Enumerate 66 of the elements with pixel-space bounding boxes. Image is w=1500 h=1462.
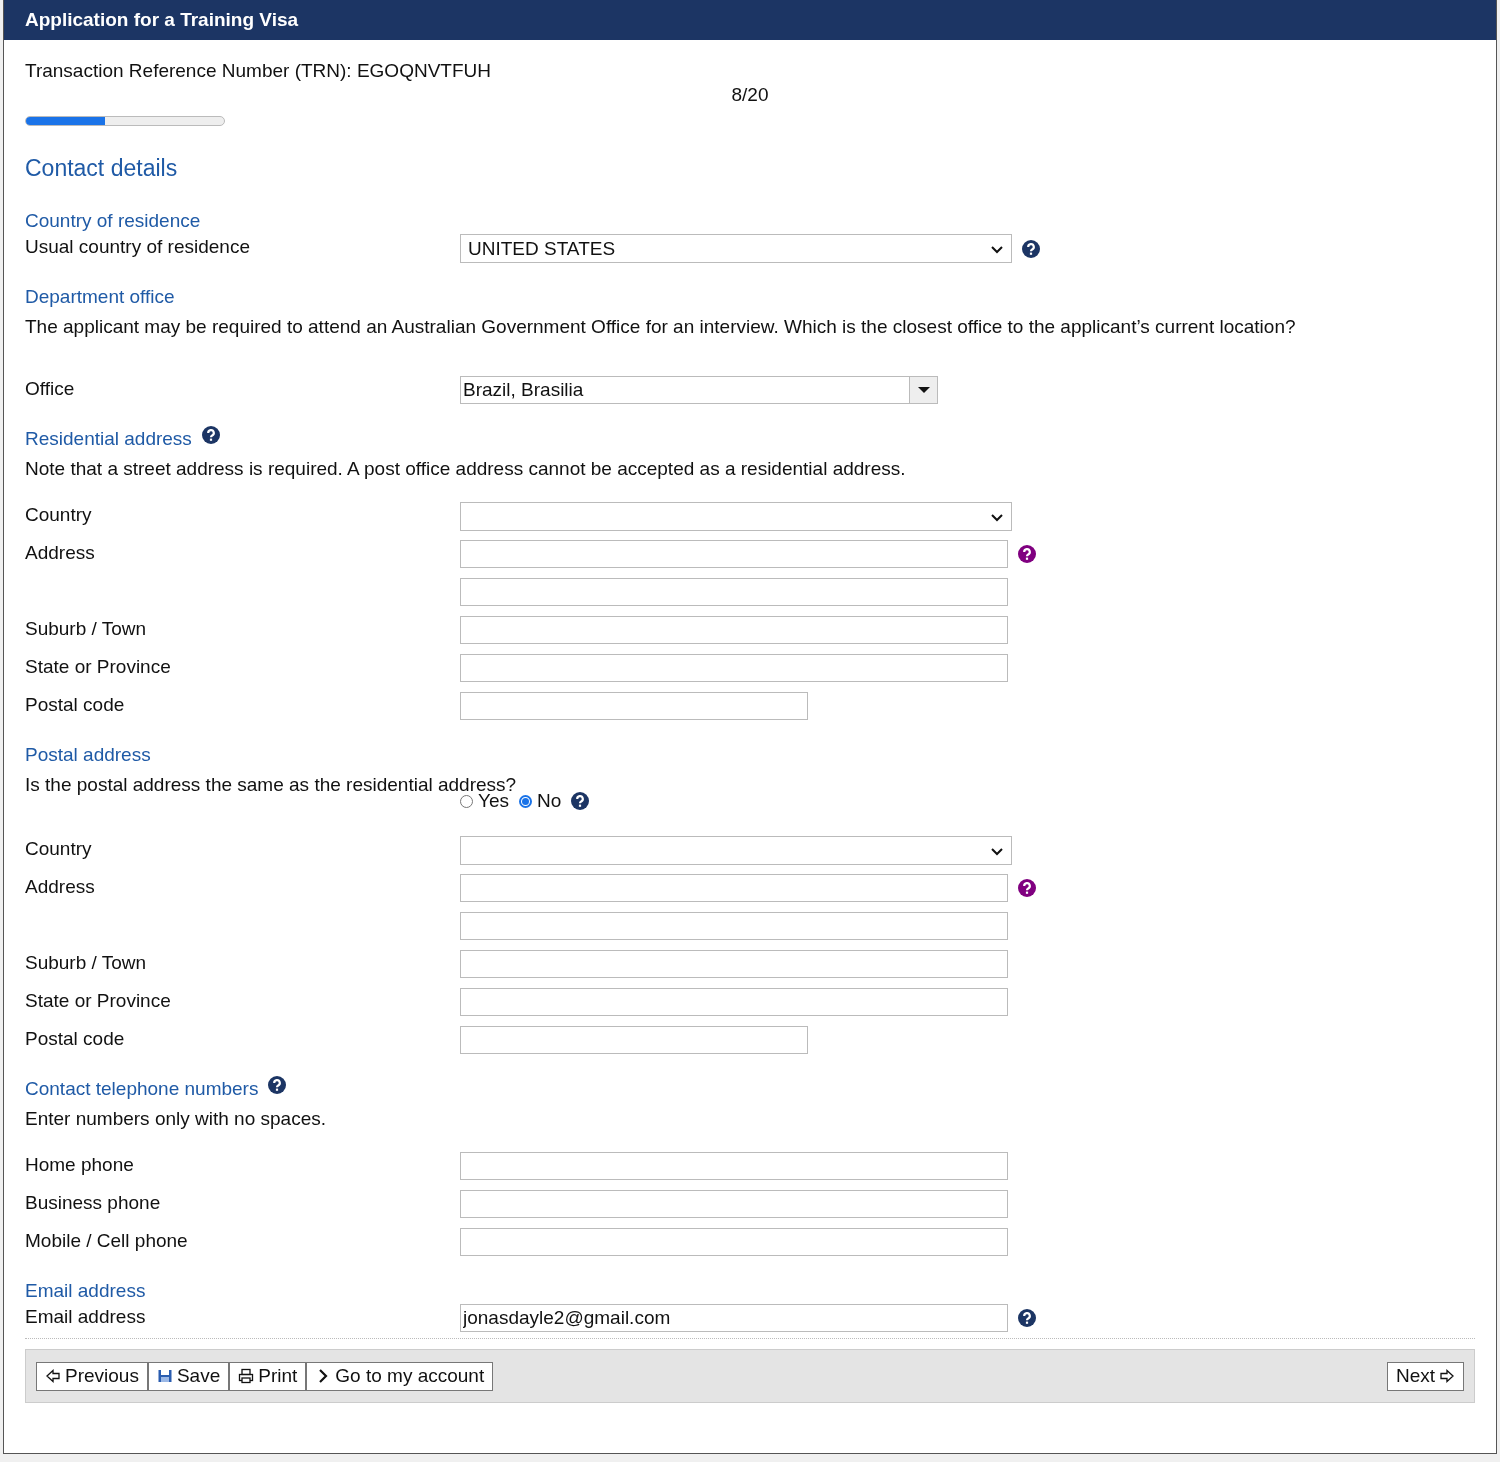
instruction-text: Note that a street address is required. A post office address cannot be accepted as a residential address. bbox=[25, 457, 907, 481]
field-label: Address bbox=[25, 876, 95, 897]
page-heading: Contact details bbox=[25, 154, 178, 182]
help-icon[interactable] bbox=[1018, 545, 1036, 563]
field-label: Country bbox=[25, 838, 92, 859]
text-field[interactable] bbox=[460, 540, 1008, 568]
text-field[interactable] bbox=[460, 654, 1008, 682]
help-icon[interactable] bbox=[268, 1076, 287, 1094]
step-counter: 8/20 bbox=[731, 83, 769, 107]
reference-number: Transaction Reference Number (TRN): EGOQNVTFUH bbox=[25, 59, 491, 83]
section-heading: Country of residence bbox=[25, 209, 201, 233]
field-label: Email address bbox=[25, 1306, 146, 1327]
field-label: Address bbox=[25, 542, 95, 563]
field-label: Postal code bbox=[25, 1028, 125, 1049]
save-button[interactable]: Save bbox=[147, 1361, 230, 1391]
field-label: Business phone bbox=[25, 1192, 161, 1213]
text-field[interactable] bbox=[460, 578, 1008, 606]
arrow-left-icon bbox=[45, 1368, 61, 1384]
field-label: Office bbox=[25, 378, 75, 399]
field-label: State or Province bbox=[25, 990, 171, 1011]
text-field[interactable] bbox=[460, 912, 1008, 940]
instruction-text: Enter numbers only with no spaces. bbox=[25, 1107, 327, 1131]
print-button[interactable]: Print bbox=[229, 1361, 307, 1391]
field-label: Postal code bbox=[25, 694, 125, 715]
field-label: Mobile / Cell phone bbox=[25, 1230, 188, 1251]
next-button[interactable]: Next bbox=[1386, 1361, 1464, 1391]
help-icon[interactable] bbox=[1018, 1309, 1036, 1327]
field-label: Suburb / Town bbox=[25, 618, 147, 639]
dropdown[interactable] bbox=[460, 502, 1012, 531]
text-field[interactable] bbox=[460, 616, 1008, 644]
text-field[interactable] bbox=[460, 1152, 1008, 1180]
help-icon[interactable] bbox=[1018, 879, 1036, 897]
dropdown[interactable]: UNITED STATES bbox=[460, 234, 1012, 263]
text-field[interactable]: jonasdayle2@gmail.com bbox=[460, 1304, 1008, 1332]
text-field[interactable] bbox=[460, 692, 808, 720]
field-label: State or Province bbox=[25, 656, 171, 677]
printer-icon bbox=[238, 1368, 255, 1384]
option-label: No bbox=[537, 790, 562, 812]
text-field[interactable] bbox=[460, 950, 1008, 978]
field-label: Country bbox=[25, 504, 92, 525]
window-title: Application for a Training Visa bbox=[4, 0, 1496, 40]
field-label: Suburb / Town bbox=[25, 952, 147, 973]
text-field[interactable] bbox=[460, 1190, 1008, 1218]
text-field[interactable] bbox=[460, 874, 1008, 902]
field-label: Usual country of residence bbox=[25, 236, 250, 257]
account-button[interactable]: Go to my account bbox=[306, 1361, 494, 1391]
help-icon[interactable] bbox=[201, 426, 220, 444]
radio-button[interactable] bbox=[460, 794, 473, 808]
text-field[interactable] bbox=[460, 1228, 1008, 1256]
dropdown-button[interactable] bbox=[909, 377, 937, 403]
section-heading: Email address bbox=[25, 1279, 146, 1303]
help-icon[interactable] bbox=[571, 792, 590, 810]
section-heading: Residential address bbox=[25, 427, 192, 451]
instruction-text: The applicant may be required to attend an Australian Government Office for an interview. Which is the closest office to the applicant’s current location? bbox=[25, 315, 1297, 339]
section-heading: Contact telephone numbers bbox=[25, 1077, 259, 1101]
text-field[interactable] bbox=[460, 1026, 808, 1054]
dropdown[interactable] bbox=[460, 836, 1012, 865]
previous-button[interactable]: Previous bbox=[36, 1361, 148, 1391]
combo-box[interactable]: Brazil, Brasilia bbox=[460, 376, 938, 404]
section-heading: Department office bbox=[25, 285, 175, 309]
field-label: Home phone bbox=[25, 1154, 134, 1175]
text-field[interactable] bbox=[460, 988, 1008, 1016]
section-heading: Postal address bbox=[25, 743, 151, 767]
help-icon[interactable] bbox=[1022, 239, 1040, 258]
radio-button[interactable] bbox=[519, 794, 532, 808]
arrow-right-icon bbox=[1439, 1368, 1455, 1384]
